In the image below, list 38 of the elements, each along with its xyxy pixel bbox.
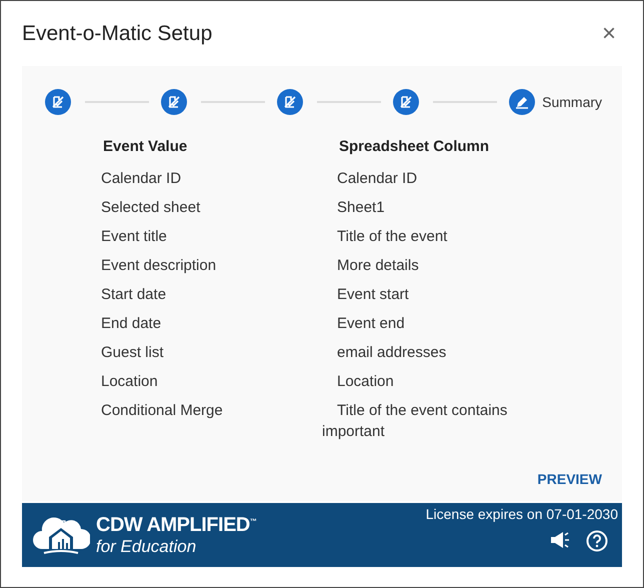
step-indicator[interactable]: [509, 89, 536, 115]
step-indicator[interactable]: [161, 89, 188, 115]
table-cell-text: Location: [336, 372, 395, 392]
table-cell-text: Event start: [336, 285, 410, 305]
table-cell-text: Calendar ID: [336, 169, 418, 189]
edit-off-icon: [283, 95, 298, 109]
preview-button[interactable]: PREVIEW: [537, 471, 602, 487]
table-cell-text: Title of the event contains important: [322, 401, 508, 442]
step-indicator[interactable]: [45, 89, 71, 115]
table-cell-text: More details: [336, 256, 420, 276]
table-cell-text: End date: [101, 314, 162, 334]
close-button[interactable]: ×: [596, 22, 622, 46]
step-indicator[interactable]: [277, 89, 304, 115]
dialog-title: Event-o-Matic Setup: [22, 22, 212, 46]
table-cell-text: Selected sheet: [101, 198, 202, 218]
edit-off-icon: [167, 95, 182, 109]
pencil-icon: [515, 95, 530, 109]
table-cell-text: Event title: [101, 227, 168, 247]
edit-off-icon: [399, 95, 414, 109]
brand-name: CDW AMPLIFIED$^{™}$: [96, 514, 256, 536]
table-cell-text: Sheet1: [336, 198, 386, 218]
table-cell-text: Event description: [101, 256, 218, 276]
license-text: License expires on 07-01-2030: [426, 506, 618, 522]
table-cell-text: Location: [101, 372, 159, 392]
table-cell-text: Guest list: [101, 343, 165, 363]
table-cell-text: email addresses: [336, 343, 448, 363]
table-cell-text: Calendar ID: [101, 169, 182, 189]
step-indicator[interactable]: [393, 89, 420, 115]
table-cell-text: Title of the event: [336, 227, 448, 247]
table-cell-text: Event end: [336, 314, 406, 334]
edit-off-icon: [51, 95, 65, 109]
table-cell-text: Conditional Merge: [101, 401, 224, 421]
brand-tagline: for Education: [96, 536, 198, 556]
help-icon[interactable]: [586, 530, 608, 552]
step-label: Summary: [542, 94, 602, 110]
column-header: Spreadsheet Column: [338, 138, 490, 155]
table-cell-text: Start date: [101, 285, 168, 305]
column-header: Event Value: [102, 138, 188, 155]
